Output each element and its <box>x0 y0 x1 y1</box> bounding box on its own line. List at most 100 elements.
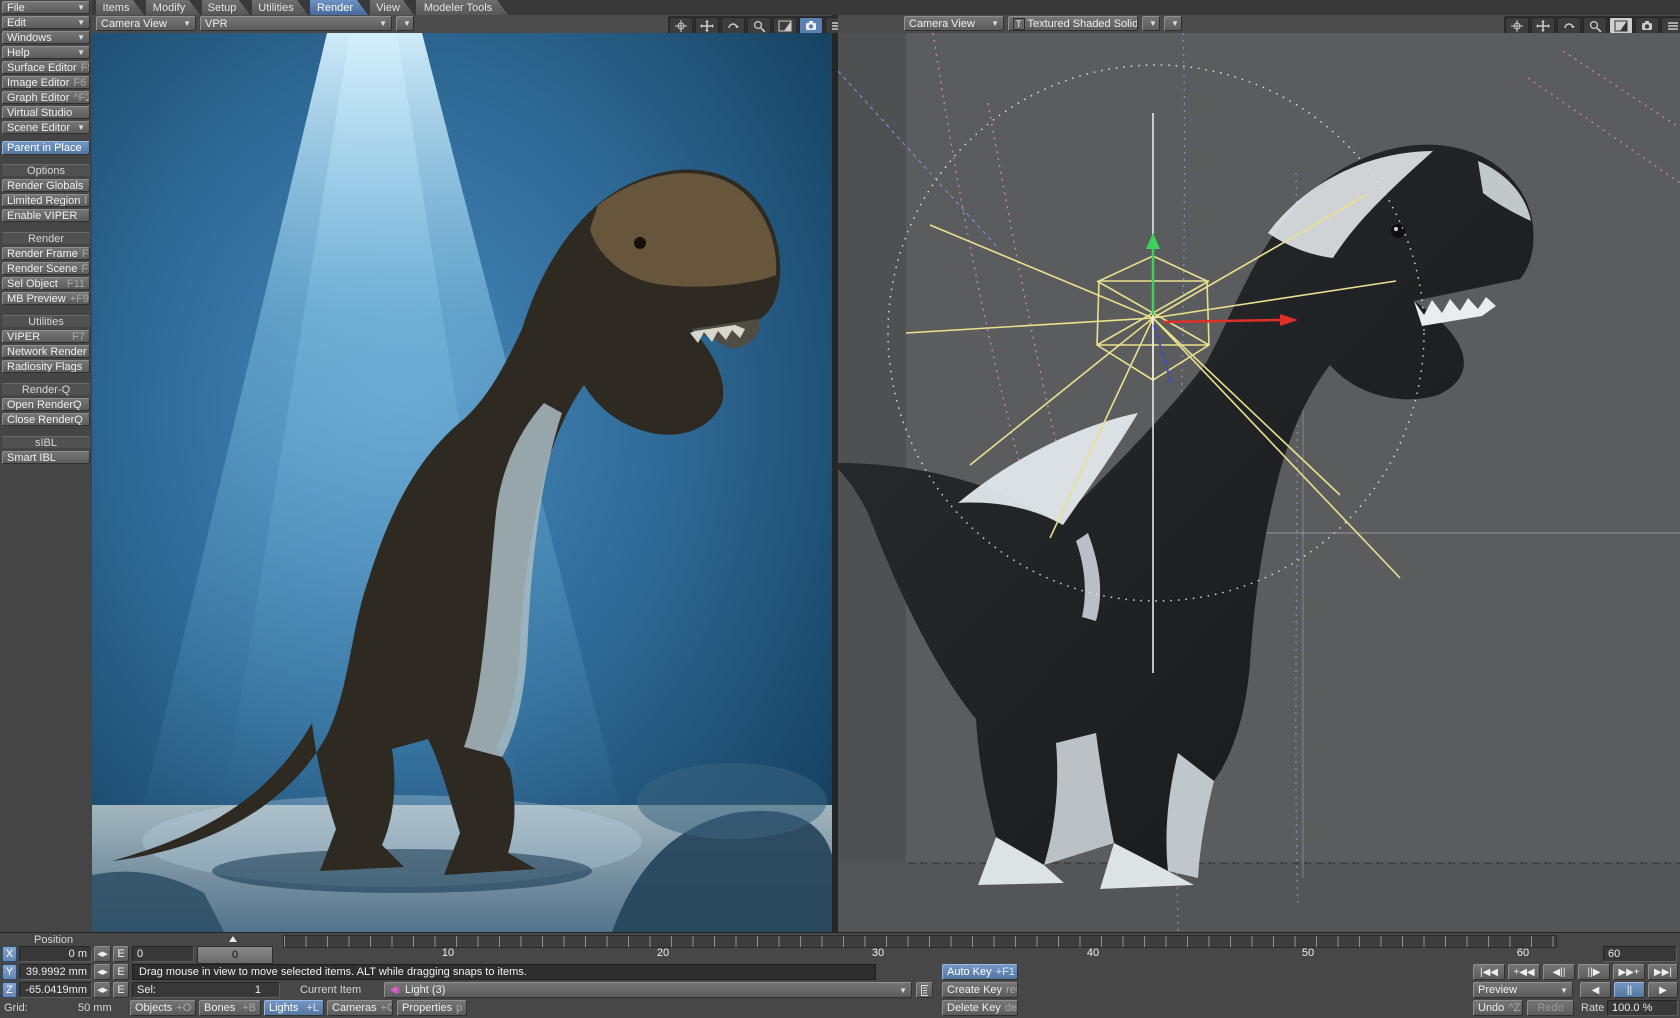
current-item-dropdown[interactable]: Light (3) ▼ <box>384 982 912 998</box>
z-spinner[interactable]: ◀▶ <box>94 982 111 998</box>
position-z-field[interactable]: -65.0419mm <box>19 982 92 998</box>
menu-icon[interactable] <box>1661 17 1680 34</box>
pause-button[interactable]: || <box>1614 982 1645 998</box>
select-cameras-button[interactable]: Cameras+C <box>327 1000 393 1016</box>
properties-button[interactable]: Propertiesp <box>397 1000 467 1016</box>
zoom-icon[interactable] <box>747 17 771 34</box>
camera-icon[interactable] <box>1635 17 1659 34</box>
right-mode-dropdown-arrow[interactable]: ▼ <box>1142 16 1160 31</box>
go-to-start-button[interactable]: |◀◀ <box>1473 964 1505 980</box>
timeline-tick-label: 40 <box>1087 947 1099 959</box>
parent-in-place-button[interactable]: Parent in Place <box>2 141 90 155</box>
smart-ibl-button[interactable]: Smart IBL <box>2 451 90 464</box>
enable-viper-button[interactable]: Enable VIPER <box>2 209 90 222</box>
right-viewport-options-dropdown[interactable]: ▼ <box>1164 16 1182 31</box>
render-frame-button[interactable]: Render FrameF9 <box>2 247 90 260</box>
sidebar-item-surface-editor[interactable]: Surface EditorF5 <box>2 61 90 74</box>
maximize-viewport-icon[interactable] <box>1609 17 1633 34</box>
center-item-icon[interactable] <box>1505 17 1529 34</box>
pan-icon[interactable] <box>695 17 719 34</box>
frame-slider-knob[interactable]: 0 <box>197 946 273 964</box>
limited-region-button[interactable]: Limited Regionl <box>2 194 90 207</box>
timeline-tick-label: 20 <box>657 947 669 959</box>
end-frame-field[interactable]: 60 <box>1603 946 1677 962</box>
tab-modeler-tools[interactable]: Modeler Tools <box>416 0 508 15</box>
play-reverse-button[interactable]: ◀ <box>1580 982 1611 998</box>
sidebar-item-image-editor[interactable]: Image EditorF6 <box>2 76 90 89</box>
step-forward-button[interactable]: ||▶ <box>1578 964 1610 980</box>
chevron-down-icon: ▼ <box>179 19 191 28</box>
menu-windows[interactable]: Windows▼ <box>2 31 90 44</box>
render-globals-button[interactable]: Render Globals <box>2 179 90 192</box>
left-render-mode-dropdown[interactable]: VPR▼ <box>200 16 392 31</box>
zoom-icon[interactable] <box>1583 17 1607 34</box>
close-renderq-button[interactable]: Close RenderQ <box>2 413 90 426</box>
item-list-icon[interactable] <box>916 982 933 998</box>
sidebar-item-virtual-studio[interactable]: Virtual Studio <box>2 106 90 119</box>
menu-file[interactable]: File▼ <box>2 1 90 14</box>
bottom-panel: Position 10 20 30 40 50 60 0 60 X 0 m ◀▶… <box>0 932 1680 1018</box>
left-view-type-dropdown[interactable]: Camera View▼ <box>96 16 196 31</box>
selection-count-field[interactable]: Sel:1 <box>132 982 280 998</box>
light-icon <box>389 985 401 995</box>
redo-button[interactable]: Redo <box>1527 1000 1574 1016</box>
current-frame-field[interactable]: 0 <box>132 946 194 962</box>
axis-x-badge[interactable]: X <box>2 946 17 962</box>
left-viewport-options-dropdown[interactable]: ▼ <box>396 16 414 31</box>
y-envelope-button[interactable]: E <box>113 964 129 980</box>
next-key-button[interactable]: ▶▶+ <box>1613 964 1645 980</box>
rate-field[interactable]: 100.0 % <box>1607 1000 1678 1016</box>
open-renderq-button[interactable]: Open RenderQ <box>2 398 90 411</box>
timeline-ruler[interactable] <box>283 935 1557 948</box>
sidebar-item-graph-editor[interactable]: Graph Editor^F2 <box>2 91 90 104</box>
vpr-render-scene <box>92 33 832 932</box>
chevron-down-icon: ▼ <box>73 33 85 42</box>
auto-key-button[interactable]: Auto Key+F1 <box>942 964 1018 980</box>
position-y-field[interactable]: 39.9992 mm <box>19 964 92 980</box>
axis-y-badge[interactable]: Y <box>2 964 17 980</box>
axis-z-badge[interactable]: Z <box>2 982 17 998</box>
left-viewport-canvas[interactable] <box>92 33 832 932</box>
group-header-render: Render <box>2 232 90 244</box>
x-spinner[interactable]: ◀▶ <box>94 946 111 962</box>
pan-icon[interactable] <box>1531 17 1555 34</box>
y-spinner[interactable]: ◀▶ <box>94 964 111 980</box>
select-bones-button[interactable]: Bones+B <box>199 1000 261 1016</box>
network-render-button[interactable]: Network Render <box>2 345 90 358</box>
group-header-utilities: Utilities <box>2 315 90 327</box>
undo-button[interactable]: Undo^Z <box>1473 1000 1523 1016</box>
rotate-icon[interactable] <box>721 17 745 34</box>
radiosity-flags-button[interactable]: Radiosity Flags <box>2 360 90 373</box>
right-render-mode-dropdown[interactable]: TTextured Shaded Solid <box>1008 16 1138 31</box>
select-lights-button[interactable]: Lights+L <box>264 1000 324 1016</box>
step-back-button[interactable]: ◀|| <box>1543 964 1575 980</box>
mb-preview-button[interactable]: MB Preview+F9 <box>2 292 90 305</box>
x-envelope-button[interactable]: E <box>113 946 129 962</box>
center-item-icon[interactable] <box>669 17 693 34</box>
play-forward-button[interactable]: ▶ <box>1648 982 1678 998</box>
position-x-field[interactable]: 0 m <box>19 946 92 962</box>
z-envelope-button[interactable]: E <box>113 982 129 998</box>
create-key-button[interactable]: Create Keyret <box>942 982 1018 998</box>
delete-key-button[interactable]: Delete Keydel <box>942 1000 1018 1016</box>
go-to-end-button[interactable]: ▶▶| <box>1648 964 1678 980</box>
right-view-type-dropdown[interactable]: Camera View▼ <box>904 16 1004 31</box>
camera-icon[interactable] <box>799 17 823 34</box>
group-header-sibl: sIBL <box>2 436 90 448</box>
maximize-viewport-icon[interactable] <box>773 17 797 34</box>
preview-dropdown[interactable]: Preview▼ <box>1473 982 1573 998</box>
render-scene-button[interactable]: Render SceneF10 <box>2 262 90 275</box>
timeline-tick-label: 30 <box>872 947 884 959</box>
chevron-down-icon: ▼ <box>1167 19 1179 28</box>
rate-label: Rate <box>1581 1002 1604 1014</box>
right-viewport-canvas[interactable] <box>838 33 1680 932</box>
sel-object-button[interactable]: Sel ObjectF11 <box>2 277 90 290</box>
prev-key-button[interactable]: +◀◀ <box>1508 964 1540 980</box>
sidebar-item-scene-editor[interactable]: Scene Editor▼ <box>2 121 90 134</box>
viper-button[interactable]: VIPERF7 <box>2 330 90 343</box>
select-objects-button[interactable]: Objects+O <box>130 1000 196 1016</box>
position-label: Position <box>34 934 73 946</box>
menu-help[interactable]: Help▼ <box>2 46 90 59</box>
menu-edit[interactable]: Edit▼ <box>2 16 90 29</box>
rotate-icon[interactable] <box>1557 17 1581 34</box>
